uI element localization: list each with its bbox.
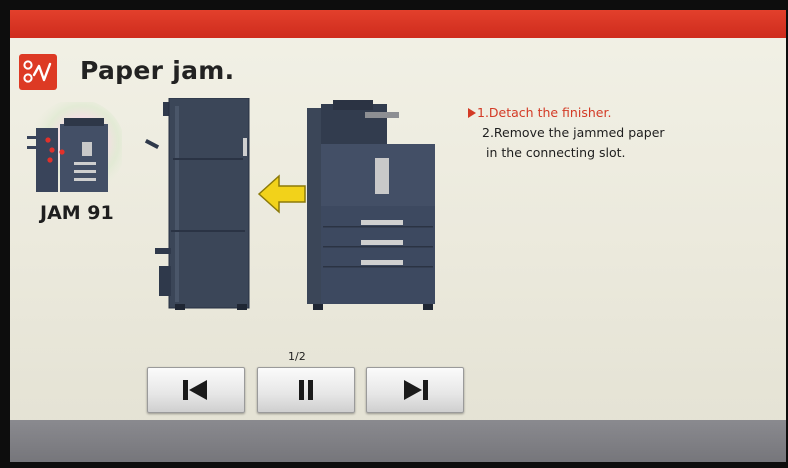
paper-jam-icon: [19, 54, 57, 90]
instruction-step-1-text: 1.Detach the finisher.: [477, 105, 612, 120]
jam-location-thumbnail: [22, 99, 125, 202]
copier-unit: [307, 100, 435, 310]
instruction-step-2: 2.Remove the jammed paper: [482, 125, 665, 140]
next-step-button[interactable]: [366, 367, 464, 413]
previous-step-button[interactable]: [147, 367, 245, 413]
status-bar: [10, 420, 786, 462]
finisher-detach-illustration: [135, 97, 455, 316]
skip-previous-icon: [183, 380, 207, 400]
header-bar: [10, 10, 786, 38]
instruction-step-1: 1.Detach the finisher.: [468, 103, 665, 123]
skip-next-icon: [404, 380, 428, 400]
finisher-unit: [144, 97, 250, 310]
jam-code-label: JAM 91: [40, 202, 114, 224]
arrow-left-icon: [257, 174, 306, 214]
jam-guidance-screen: Paper jam. JAM 91 1.Detach the finisher.…: [10, 10, 786, 462]
pause-button[interactable]: [257, 367, 355, 413]
current-step-marker-icon: [468, 108, 476, 118]
instruction-list: 1.Detach the finisher. 2.Remove the jamm…: [468, 103, 665, 163]
page-indicator: 1/2: [288, 350, 306, 363]
pause-icon: [299, 380, 313, 400]
instruction-step-2-continued: in the connecting slot.: [486, 145, 626, 160]
page-title: Paper jam.: [80, 56, 235, 85]
